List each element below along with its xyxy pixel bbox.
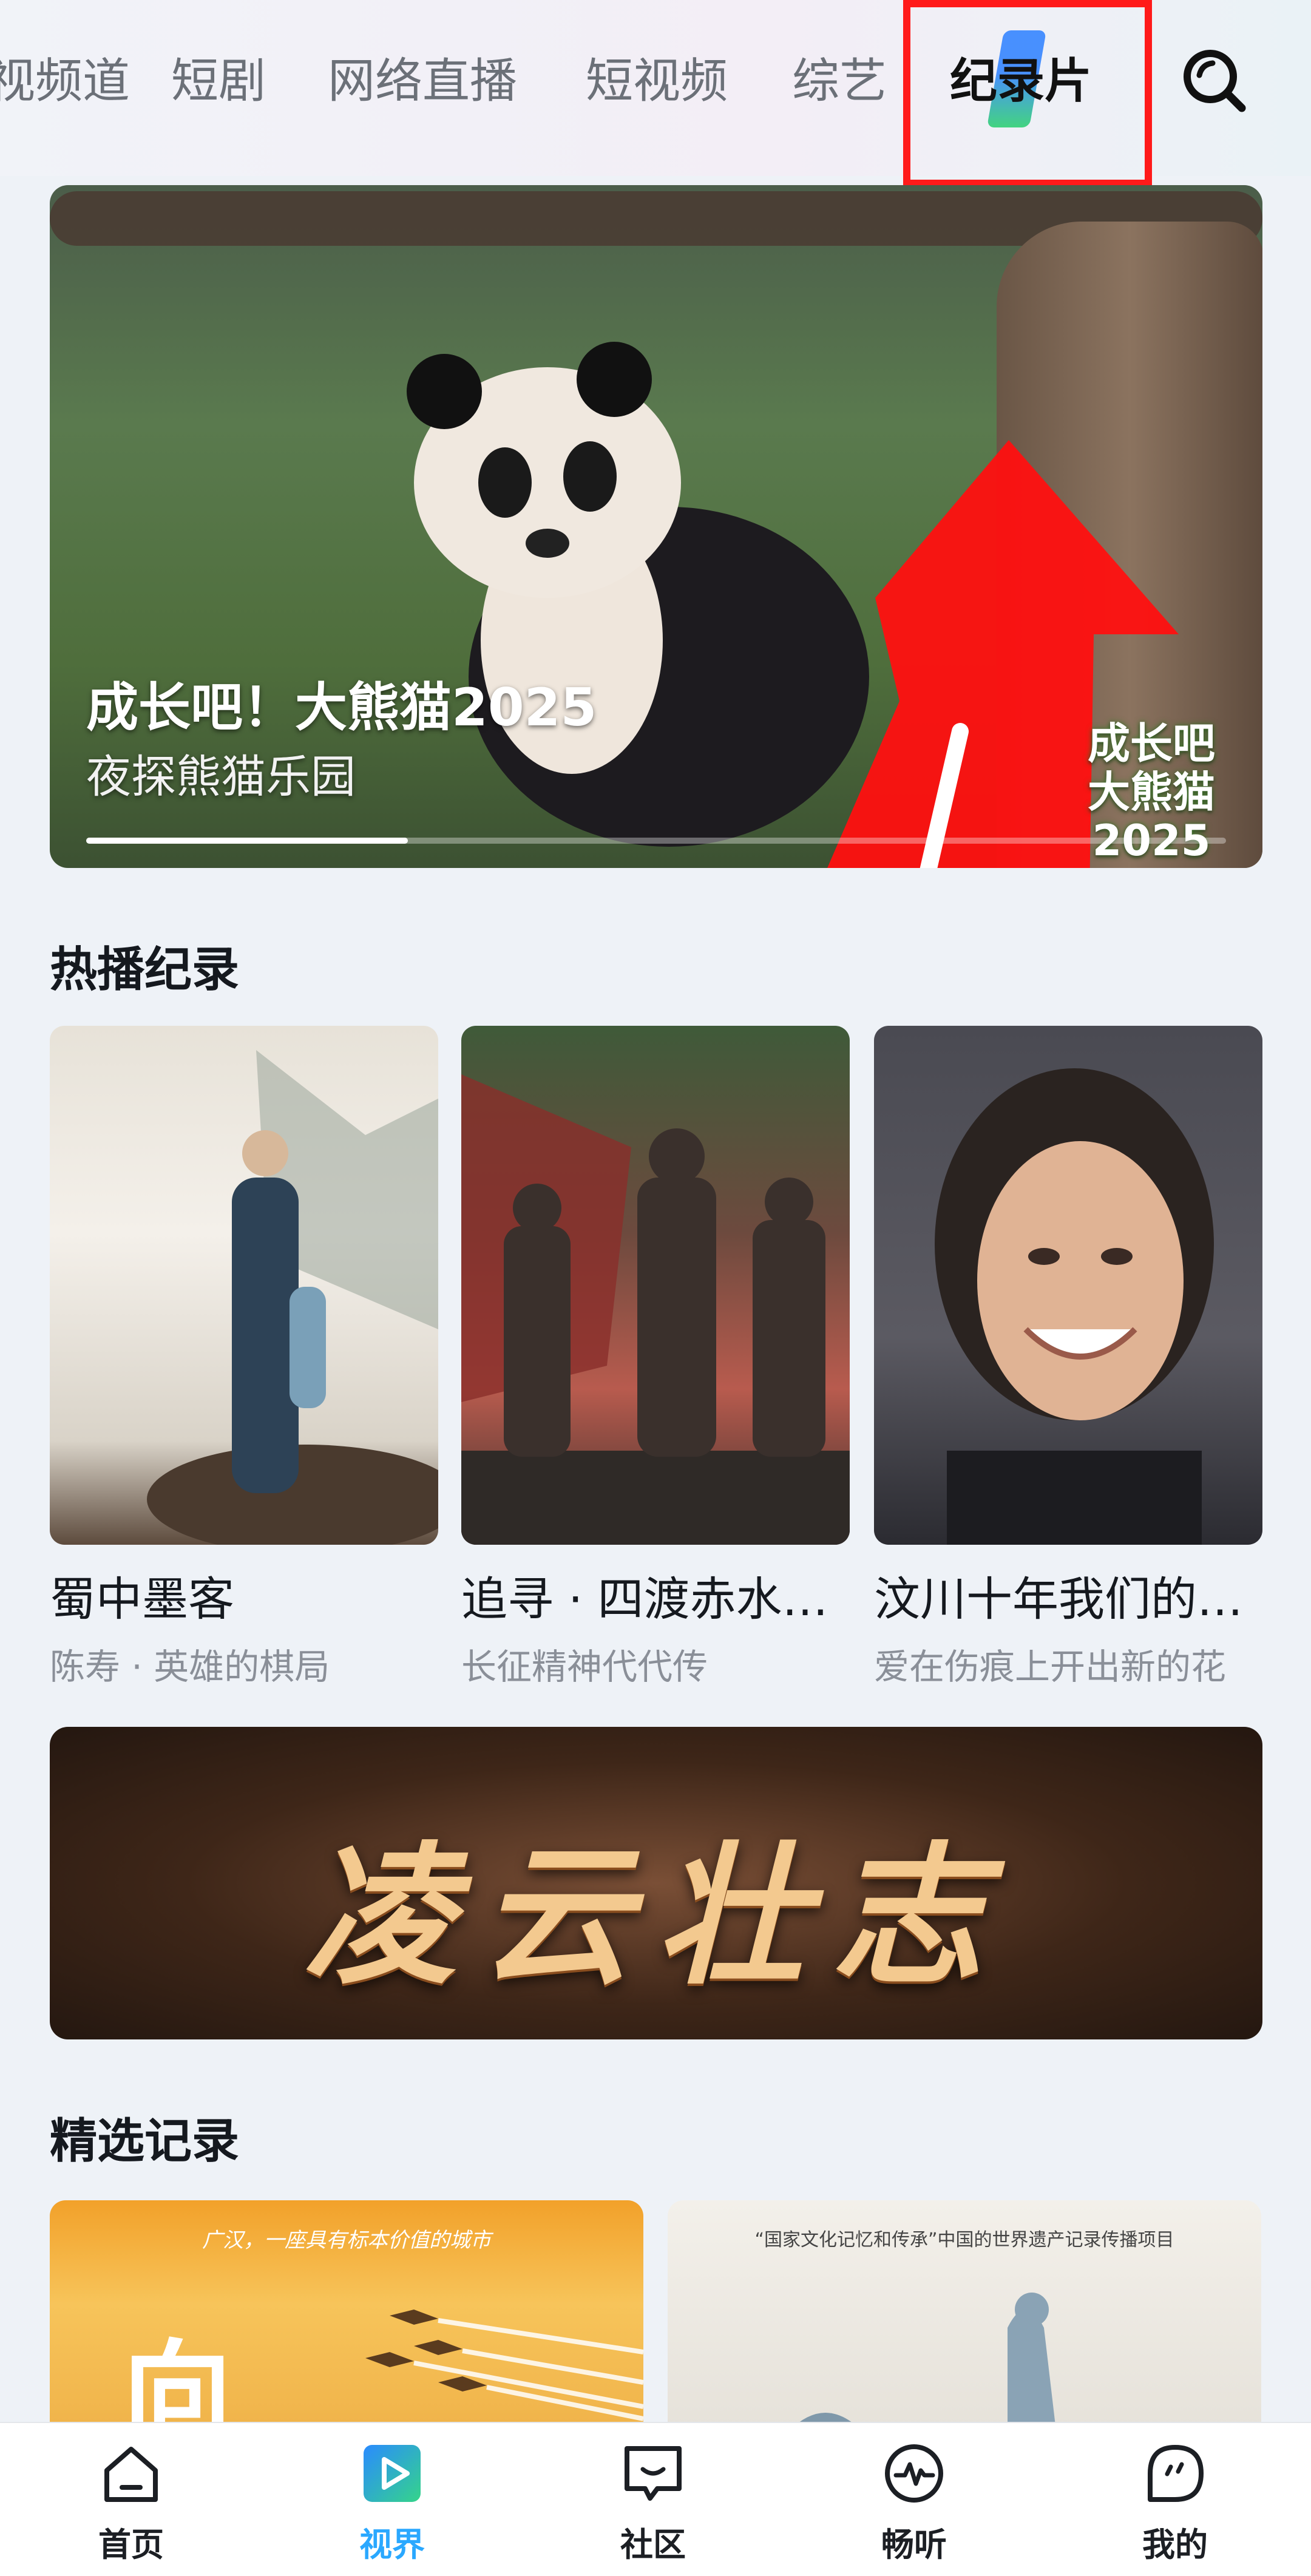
nav-item-listen[interactable]: 畅听 <box>847 2440 981 2566</box>
hot-card-2[interactable]: 追寻 · 四渡赤水… 长征精神代代传 <box>461 1026 850 1689</box>
card-thumbnail <box>874 1026 1262 1545</box>
nav-item-home[interactable]: 首页 <box>64 2440 198 2566</box>
banner-subtitle: 夜探熊猫乐园 <box>86 751 356 803</box>
nav-label: 社区 <box>620 2526 686 2564</box>
card-thumbnail <box>50 1026 438 1545</box>
section-title-hot: 热播纪录 <box>50 943 240 997</box>
home-icon <box>104 2447 158 2502</box>
card-title: 追寻 · 四渡赤水… <box>461 1572 828 1626</box>
profile-icon <box>1148 2445 1204 2502</box>
carousel-progress <box>86 838 408 844</box>
feature-banner[interactable]: 凌云壮志 <box>50 1727 1262 2039</box>
nav-label: 首页 <box>98 2526 164 2564</box>
section-title-selected: 精选记录 <box>50 2114 240 2169</box>
card-thumbnail <box>461 1026 850 1545</box>
nav-item-mine[interactable]: 我的 <box>1108 2440 1242 2566</box>
card-title: 蜀中墨客 <box>50 1572 234 1626</box>
jets-icon <box>365 2310 643 2421</box>
banner-title: 成长吧！大熊猫2025 <box>86 677 597 738</box>
play-icon <box>364 2445 421 2502</box>
selected-card-2[interactable]: “国家文化记忆和传承”中国的世界遗产记录传播项目 <box>668 2200 1261 2431</box>
highlight-annotation-box <box>903 0 1152 187</box>
tab-live[interactable]: 网络直播 <box>328 51 517 112</box>
hero-banner[interactable]: 成长吧！大熊猫2025 夜探熊猫乐园 成长吧 大熊猫 2025 <box>50 185 1262 868</box>
selected-card-1[interactable]: 广汉，一座具有标本价值的城市 向 <box>50 2200 643 2431</box>
feature-banner-title: 凌云壮志 <box>304 1826 1008 2005</box>
card-subtitle: 爱在伤痕上开出新的花 <box>874 1646 1227 1687</box>
hot-card-1[interactable]: 蜀中墨客 陈寿 · 英雄的棋局 <box>50 1026 438 1689</box>
hot-card-3[interactable]: 汶川十年我们的… 爱在伤痕上开出新的花 <box>874 1026 1262 1689</box>
card-subtitle: 长征精神代代传 <box>461 1646 708 1687</box>
search-icon[interactable] <box>1177 44 1250 117</box>
nav-label: 视界 <box>359 2526 425 2564</box>
nav-item-community[interactable]: 社区 <box>586 2440 720 2566</box>
nav-item-vision[interactable]: 视界 <box>325 2440 459 2566</box>
card-subtitle: 陈寿 · 英雄的棋局 <box>50 1646 330 1687</box>
nav-label: 我的 <box>1142 2526 1208 2564</box>
tab-variety[interactable]: 综艺 <box>792 51 887 112</box>
chat-icon <box>625 2446 682 2501</box>
card-title: 汶川十年我们的… <box>874 1572 1243 1626</box>
nav-label: 畅听 <box>881 2526 947 2564</box>
tab-short-video[interactable]: 短视频 <box>586 51 728 112</box>
tab-channel[interactable]: 视频道 <box>0 51 130 112</box>
audio-icon <box>885 2444 943 2503</box>
tab-short-drama[interactable]: 短剧 <box>171 51 266 112</box>
statue-image <box>789 2293 1056 2431</box>
bottom-nav-bar: 首页 视界 社区 畅听 我的 <box>0 2422 1311 2576</box>
banner-logo: 成长吧 大熊猫 2025 <box>1088 719 1215 866</box>
